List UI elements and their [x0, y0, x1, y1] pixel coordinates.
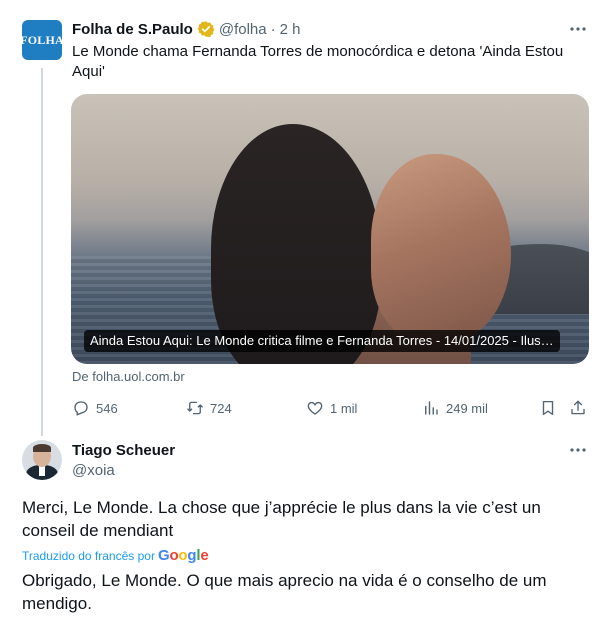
tweet-timestamp[interactable]: 2 h — [280, 21, 301, 38]
views-count: 249 mil — [446, 400, 488, 416]
share-button[interactable] — [569, 399, 587, 417]
reply-count: 546 — [96, 400, 118, 416]
retweet-icon — [187, 401, 203, 415]
tweet-header: Folha de S.Paulo @folha · 2 h — [72, 19, 300, 39]
translated-label[interactable]: Traduzido do francês por — [22, 549, 155, 563]
card-caption: Ainda Estou Aqui: Le Monde critica filme… — [84, 330, 560, 352]
verified-badge-icon — [197, 21, 215, 38]
reply-translated-text: Obrigado, Le Monde. O que mais aprecio n… — [22, 571, 547, 613]
avatar-hair — [33, 444, 51, 452]
tweet-actions-bar: 546 724 1 mil 249 mil — [72, 399, 592, 419]
views-icon — [425, 401, 438, 415]
reply-author-handle[interactable]: @xoia — [72, 462, 115, 479]
author-name[interactable]: Folha de S.Paulo — [72, 21, 193, 38]
card-image-face — [371, 154, 511, 344]
retweet-count: 724 — [210, 400, 232, 416]
google-letter: e — [200, 547, 209, 564]
avatar-collar — [39, 466, 45, 476]
more-dots-icon[interactable] — [569, 20, 587, 38]
share-icon — [571, 400, 585, 415]
bookmark-button[interactable] — [539, 399, 557, 417]
translation-attribution: Traduzido do francês por Google — [22, 547, 209, 564]
reply-original-text: Merci, Le Monde. La chose que j’apprécie… — [22, 498, 541, 540]
reply-author-name[interactable]: Tiago Scheuer — [72, 442, 175, 459]
google-logo: Google — [158, 547, 209, 564]
tweet-text: Le Monde chama Fernanda Torres de monocó… — [72, 43, 564, 80]
reply-icon — [74, 401, 88, 416]
folha-avatar[interactable]: FOLHA — [20, 20, 64, 60]
more-dots-icon[interactable] — [569, 441, 587, 459]
user-avatar[interactable] — [22, 440, 62, 480]
like-button[interactable]: 1 mil — [306, 399, 357, 417]
retweet-button[interactable]: 724 — [186, 399, 232, 417]
heart-icon — [307, 401, 323, 415]
card-image-hair — [211, 124, 381, 364]
google-letter: G — [157, 547, 170, 564]
like-count: 1 mil — [330, 400, 358, 416]
header-separator: · — [270, 20, 276, 38]
reply-button[interactable]: 546 — [72, 399, 118, 417]
link-source[interactable]: De folha.uol.com.br — [72, 369, 185, 384]
avatar-logo-text: FOLHA — [20, 32, 64, 47]
link-preview-card[interactable]: Ainda Estou Aqui: Le Monde critica filme… — [71, 94, 589, 364]
thread-connector-line — [41, 68, 43, 436]
bookmark-icon — [542, 400, 554, 416]
author-handle[interactable]: @folha — [219, 21, 267, 38]
google-letter: g — [187, 547, 197, 564]
views-button[interactable]: 249 mil — [422, 399, 488, 417]
